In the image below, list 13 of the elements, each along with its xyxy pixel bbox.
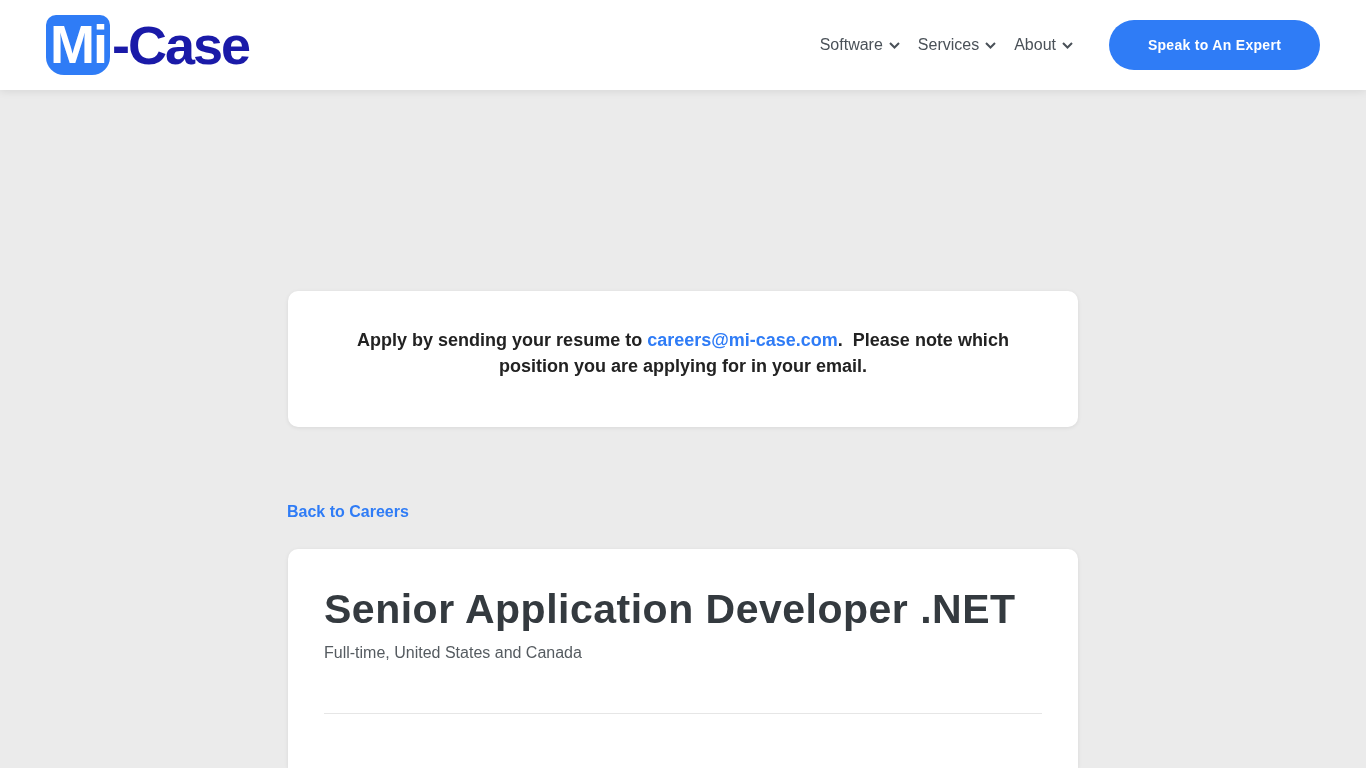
chevron-down-icon: [985, 41, 997, 49]
chevron-down-icon: [1062, 41, 1073, 49]
logo-badge[interactable]: Mi: [46, 15, 110, 75]
nav-menu-item[interactable]: Software: [819, 35, 900, 55]
logo-wordmark[interactable]: -Case: [112, 18, 250, 72]
job-details: Full-time, United States and Canada: [324, 643, 582, 663]
apply-instructions: Apply by sending your resume to careers@mi-case.com. Please note which position you are applying for in your email.: [356, 329, 1010, 378]
speak-to-expert-button[interactable]: Speak to An Expert: [1109, 20, 1320, 70]
nav-menu-item[interactable]: Services: [917, 35, 997, 55]
email-link[interactable]: careers@mi-case.com: [647, 330, 838, 350]
nav-menu-item[interactable]: About: [1014, 35, 1073, 55]
job-title: Senior Application Developer .NET: [324, 585, 1016, 633]
chevron-down-icon: [888, 41, 900, 49]
